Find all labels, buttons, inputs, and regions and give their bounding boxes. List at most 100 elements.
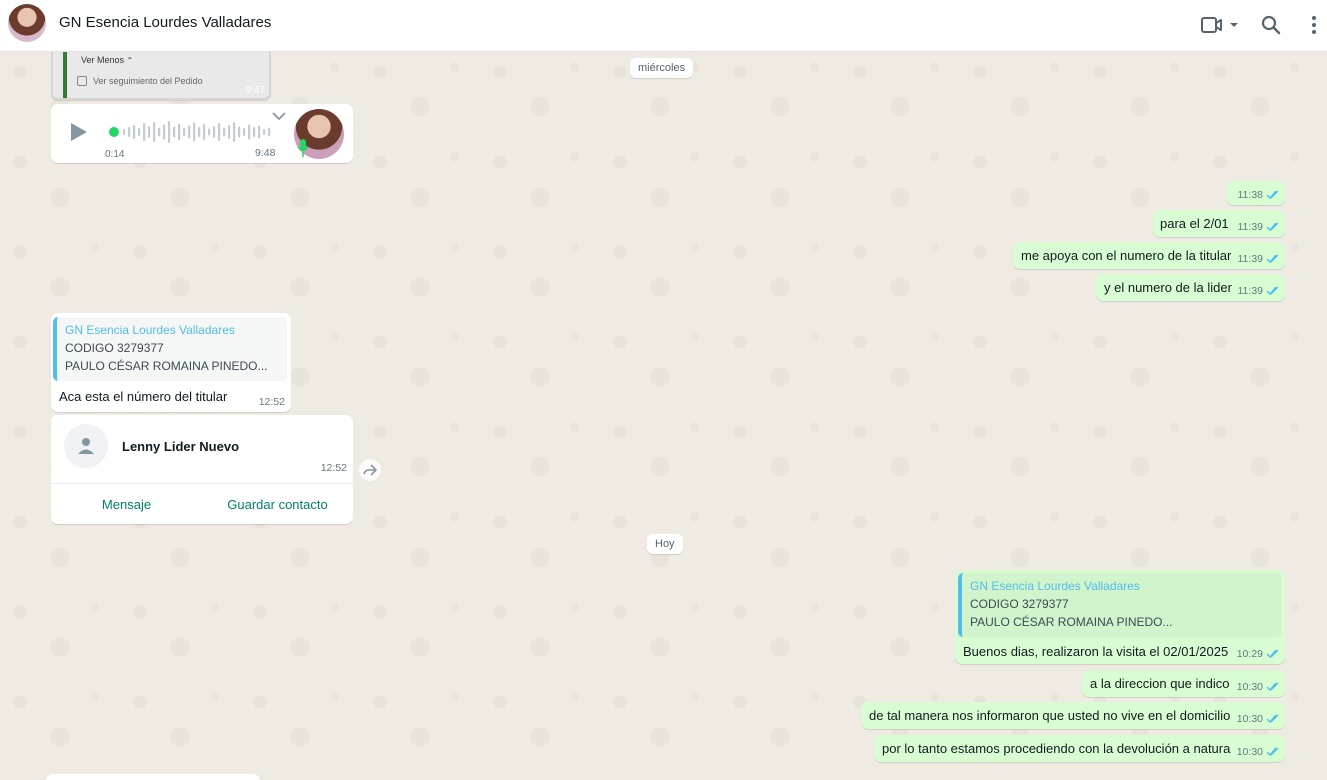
chevron-down-icon (272, 112, 286, 121)
waveform-bar (203, 124, 206, 140)
waveform-bar (128, 127, 131, 137)
waveform-bar (243, 128, 246, 136)
waveform-bar (198, 127, 201, 137)
kebab-menu-icon (1312, 16, 1316, 34)
double-check-icon (1266, 649, 1279, 659)
message-time: 12:52 (258, 396, 285, 408)
waveform-bar (133, 125, 136, 139)
quoted-text-line: PAULO CÉSAR ROMAINA PINEDO... (65, 359, 268, 373)
waveform-bar (238, 126, 241, 138)
message-time: 11:39 (1237, 253, 1264, 265)
message-time: 9:47 (245, 85, 265, 96)
quoted-message[interactable]: GN Esencia Lourdes Valladares CODIGO 327… (53, 317, 287, 381)
waveform-bar (178, 123, 181, 141)
message-time: 11:38 (1237, 189, 1264, 201)
incoming-reply-message[interactable]: GN Esencia Lourdes Valladares CODIGO 327… (51, 313, 291, 412)
contact-name[interactable]: GN Esencia Lourdes Valladares (59, 14, 271, 31)
waveform-bar (138, 128, 141, 136)
outgoing-message[interactable]: para el 2/01 11:39 (1153, 210, 1285, 237)
seguimiento-link[interactable]: Ver seguimiento del Pedido (77, 76, 203, 86)
message-text: a la direccion que indico (1090, 676, 1230, 691)
card-accent-bar (63, 52, 67, 98)
double-check-icon (1266, 222, 1279, 232)
outgoing-message[interactable]: y el numero de la lider 11:39 (1096, 274, 1285, 301)
search-button[interactable] (1258, 12, 1284, 38)
double-check-icon (1266, 254, 1279, 264)
double-check-icon (1266, 682, 1279, 692)
outgoing-message[interactable]: me apoya con el numero de la titular 11:… (1013, 242, 1285, 269)
waveform-bar (173, 126, 176, 138)
waveform-bar (268, 127, 271, 137)
waveform-bar (143, 123, 146, 141)
waveform-bar (168, 121, 171, 143)
message-time: 11:39 (1237, 285, 1264, 297)
waveform-bar (188, 125, 191, 139)
message-time: 10:30 (1236, 713, 1263, 725)
person-icon (78, 438, 94, 454)
outgoing-message[interactable]: 11:38 (1226, 181, 1285, 205)
message-text: Aca esta el número del titular (59, 389, 228, 404)
incoming-message-partial[interactable] (46, 774, 260, 780)
waveform-bar (183, 128, 186, 136)
message-time: 11:39 (1237, 221, 1264, 233)
outgoing-message[interactable]: a la direccion que indico 10:30 (1082, 670, 1285, 697)
waveform-bar (218, 123, 221, 141)
quoted-text-line: CODIGO 3279377 (65, 341, 164, 355)
forward-icon (363, 464, 377, 476)
waveform-bar (223, 127, 226, 137)
message-time: 9:48 (255, 147, 276, 159)
playhead[interactable] (109, 127, 119, 137)
menu-button[interactable] (1301, 12, 1327, 38)
message-contact-button[interactable]: Mensaje (51, 484, 202, 524)
video-camera-icon (1201, 17, 1238, 33)
outgoing-message[interactable]: de tal manera nos informaron que usted n… (861, 702, 1285, 729)
play-button[interactable] (68, 122, 88, 145)
quoted-text-line: CODIGO 3279377 (970, 597, 1069, 611)
date-separator: Hoy (647, 534, 683, 554)
contact-card-name: Lenny Lider Nuevo (122, 439, 240, 454)
message-text: y el numero de la lider (1104, 280, 1232, 295)
quoted-message[interactable]: GN Esencia Lourdes Valladares CODIGO 327… (958, 573, 1282, 637)
outgoing-message[interactable]: por lo tanto estamos procediendo con la … (874, 735, 1285, 762)
waveform-bar (208, 128, 211, 136)
order-card[interactable]: Ver Menos ⌃ Ver seguimiento del Pedido 9… (51, 52, 271, 100)
forward-button[interactable] (359, 459, 381, 481)
search-icon (1261, 15, 1281, 35)
save-contact-button[interactable]: Guardar contacto (202, 484, 353, 524)
quoted-author: GN Esencia Lourdes Valladares (65, 323, 235, 337)
chat-header: GN Esencia Lourdes Valladares (0, 0, 1327, 52)
ver-menos-label: Ver Menos (81, 55, 125, 65)
contact-card-message[interactable]: Lenny Lider Nuevo 12:52 Mensaje Guardar … (51, 415, 353, 524)
message-text: por lo tanto estamos procediendo con la … (882, 741, 1231, 756)
audio-waveform[interactable] (109, 120, 274, 144)
date-separator: miércoles (630, 58, 694, 78)
chat-area[interactable]: Ver Menos ⌃ Ver seguimiento del Pedido 9… (0, 52, 1327, 780)
waveform-bar (193, 122, 196, 142)
waveform-bar (253, 127, 256, 137)
waveform-bar (248, 124, 251, 140)
message-time: 12:52 (320, 462, 347, 474)
receipt-icon (77, 76, 87, 86)
waveform-bar (258, 125, 261, 139)
message-text: para el 2/01 (1160, 216, 1229, 231)
waveform-bar (158, 127, 161, 137)
play-icon (71, 123, 87, 141)
video-call-button[interactable] (1197, 12, 1241, 38)
outgoing-reply-message[interactable]: GN Esencia Lourdes Valladares CODIGO 327… (955, 570, 1285, 664)
double-check-icon (1266, 714, 1279, 724)
waveform-bar (163, 124, 166, 140)
microphone-icon (297, 139, 309, 157)
quoted-text-line: PAULO CÉSAR ROMAINA PINEDO... (970, 615, 1173, 629)
waveform-bar (263, 129, 266, 135)
contact-avatar[interactable] (8, 4, 46, 42)
message-text: de tal manera nos informaron que usted n… (869, 708, 1231, 723)
message-text: me apoya con el numero de la titular (1021, 248, 1232, 263)
audio-duration: 0:14 (105, 149, 125, 160)
waveform-bar (123, 129, 126, 135)
waveform-bar (228, 125, 231, 139)
voice-message[interactable]: 0:14 9:48 (51, 104, 353, 163)
double-check-icon (1266, 286, 1279, 296)
message-options-button[interactable] (271, 110, 287, 125)
ver-menos-link[interactable]: Ver Menos ⌃ (81, 55, 133, 65)
waveform-bar (213, 126, 216, 138)
